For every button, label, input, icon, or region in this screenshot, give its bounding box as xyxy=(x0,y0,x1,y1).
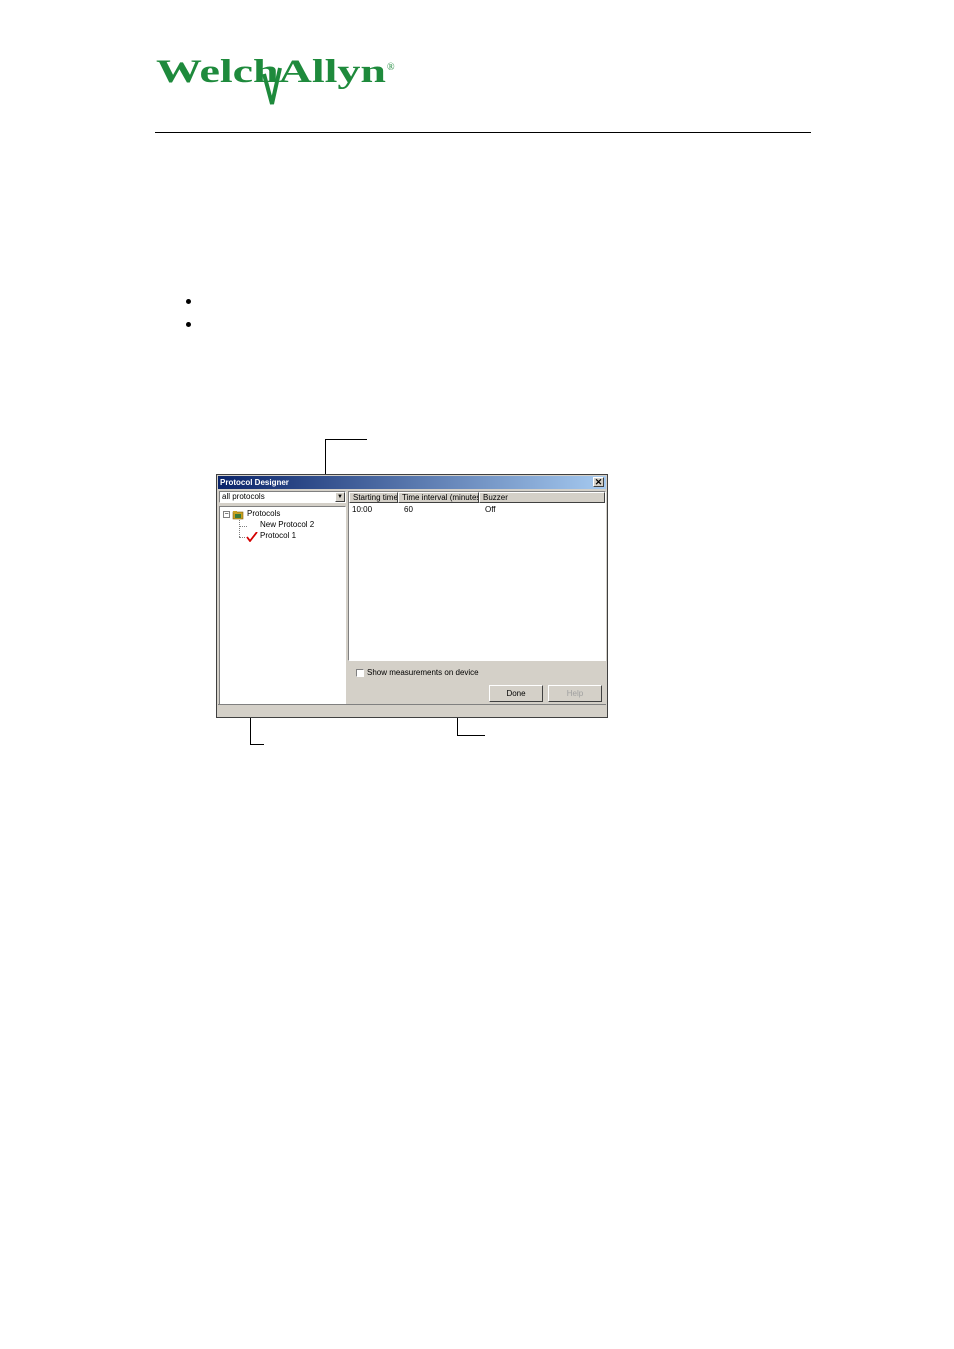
protocol-designer-window: Protocol Designer ✕ all protocols ▼ − Pr… xyxy=(216,474,608,718)
column-header-buzzer[interactable]: Buzzer xyxy=(479,492,605,503)
table-cell-time-interval[interactable]: 60 xyxy=(404,505,413,515)
close-icon: ✕ xyxy=(594,477,603,487)
minus-icon: − xyxy=(224,511,229,518)
protocol-schedule-table[interactable]: Starting time Time interval (minutes) Bu… xyxy=(348,491,606,661)
help-button[interactable]: Help xyxy=(548,685,602,702)
bullet-marker xyxy=(186,299,191,304)
table-cell-buzzer[interactable]: Off xyxy=(485,505,496,515)
protocol-tree[interactable]: − Protocols New Protocol 2 Protocol 1 xyxy=(219,506,346,705)
callout-line-grid-tail xyxy=(457,735,485,736)
protocol-filter-value: all protocols xyxy=(222,492,265,501)
logo-wordmark: WelchAllyn xyxy=(156,54,386,90)
registered-mark: ® xyxy=(387,62,395,73)
close-button[interactable]: ✕ xyxy=(593,477,604,487)
tree-connector xyxy=(239,537,245,538)
protocol-filter-dropdown[interactable]: all protocols ▼ xyxy=(219,491,346,503)
column-header-time-interval[interactable]: Time interval (minutes) xyxy=(398,492,479,503)
header-divider xyxy=(155,132,811,133)
chevron-down-icon: ▼ xyxy=(337,494,343,500)
checkmark-icon xyxy=(246,532,258,542)
bullet-marker xyxy=(186,322,191,327)
window-title: Protocol Designer xyxy=(220,478,289,487)
tree-item-new-protocol-2[interactable]: New Protocol 2 xyxy=(260,520,314,530)
callout-line-tree-tail xyxy=(250,744,264,745)
show-measurements-checkbox[interactable] xyxy=(356,669,364,677)
done-button[interactable]: Done xyxy=(489,685,543,702)
tree-item-protocol-1[interactable]: Protocol 1 xyxy=(260,531,296,541)
title-bar[interactable]: Protocol Designer ✕ xyxy=(218,476,606,489)
tree-connector xyxy=(239,520,240,537)
table-cell-starting-time[interactable]: 10:00 xyxy=(352,505,372,515)
tree-root-protocols[interactable]: Protocols xyxy=(247,509,280,519)
column-header-starting-time[interactable]: Starting time xyxy=(349,492,398,503)
dropdown-arrow-button[interactable]: ▼ xyxy=(335,492,345,502)
show-measurements-label[interactable]: Show measurements on device xyxy=(367,668,479,678)
protocols-folder-icon xyxy=(232,511,244,520)
welch-allyn-logo: WelchAllyn ® xyxy=(156,52,396,112)
status-bar xyxy=(218,704,606,716)
collapse-toggle[interactable]: − xyxy=(223,511,230,518)
callout-line-filter-tail xyxy=(325,439,367,440)
tree-connector xyxy=(239,526,247,527)
logo-graphic: WelchAllyn ® xyxy=(156,54,395,105)
